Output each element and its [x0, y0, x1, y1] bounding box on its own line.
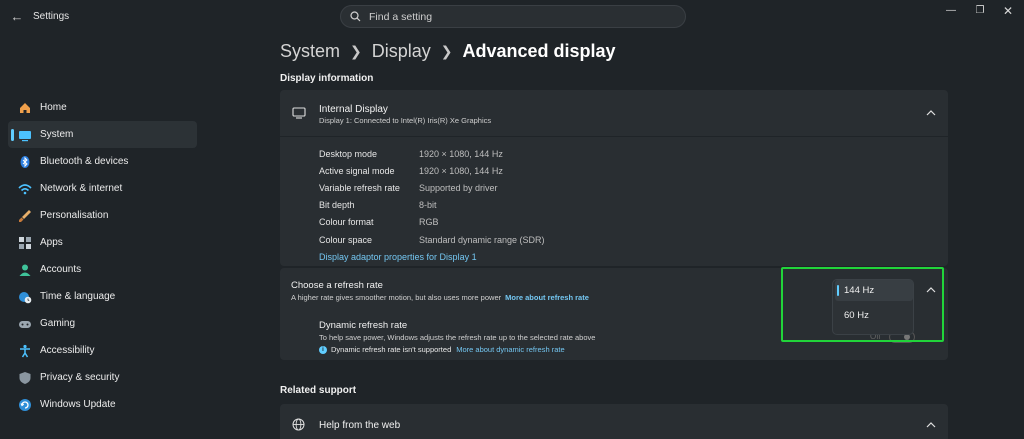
info-value: RGB [419, 217, 439, 228]
monitor-icon [292, 107, 306, 119]
update-icon [18, 398, 32, 412]
sidebar-item-label: Bluetooth & devices [40, 156, 129, 167]
chevron-right-icon: ❯ [350, 42, 362, 59]
back-arrow-icon[interactable]: ← [8, 8, 26, 26]
title-bar: ← Settings — ❐ ✕ [0, 0, 1024, 34]
dynamic-refresh-subtitle: To help save power, Windows adjusts the … [319, 333, 596, 342]
gamepad-icon [18, 317, 32, 331]
dynamic-refresh-note: i Dynamic refresh rate isn't supported M… [319, 345, 565, 354]
divider [280, 136, 948, 137]
sidebar-item-personalisation[interactable]: Personalisation [8, 202, 197, 229]
minimize-icon[interactable]: — [941, 4, 961, 18]
highlight-box [781, 267, 944, 342]
home-icon [18, 101, 32, 115]
accessibility-icon [18, 344, 32, 358]
sidebar-item-label: System [40, 129, 74, 140]
globe-clock-icon [18, 290, 32, 304]
close-icon[interactable]: ✕ [998, 4, 1018, 18]
globe-icon [292, 418, 305, 431]
display-name: Internal Display [319, 104, 388, 115]
info-row: Active signal mode 1920 × 1080, 144 Hz [319, 162, 545, 179]
system-icon [18, 128, 32, 142]
sidebar-item-label: Accounts [40, 264, 82, 275]
info-key: Active signal mode [319, 165, 395, 176]
info-key: Bit depth [319, 200, 355, 211]
sidebar-item-time-language[interactable]: Time & language [8, 283, 197, 310]
sidebar-item-label: Home [40, 102, 67, 113]
info-value: Standard dynamic range (SDR) [419, 234, 545, 245]
sidebar-item-bluetooth[interactable]: Bluetooth & devices [8, 148, 197, 175]
sidebar-item-label: Privacy & security [40, 372, 120, 383]
info-row: Colour format RGB [319, 214, 545, 231]
sidebar-item-apps[interactable]: Apps [8, 229, 197, 256]
info-row: Variable refresh rate Supported by drive… [319, 179, 545, 196]
info-icon: i [319, 345, 327, 354]
search-box[interactable] [340, 5, 686, 28]
breadcrumb-display[interactable]: Display [372, 41, 431, 62]
dynamic-refresh-note-text: Dynamic refresh rate isn't supported [331, 345, 452, 354]
sidebar-item-gaming[interactable]: Gaming [8, 310, 197, 337]
display-info-card: Internal Display Display 1: Connected to… [280, 90, 948, 266]
more-about-dynamic-refresh-link[interactable]: More about dynamic refresh rate [456, 345, 564, 354]
sidebar-item-label: Time & language [40, 291, 116, 302]
info-value: 8-bit [419, 200, 437, 211]
info-key: Colour format [319, 217, 374, 228]
app-title: Settings [33, 11, 70, 22]
info-value: 1920 × 1080, 144 Hz [419, 165, 503, 176]
page-title: Advanced display [462, 40, 616, 61]
info-row: Bit depth 8-bit [319, 197, 545, 214]
sidebar-item-label: Gaming [40, 318, 76, 329]
breadcrumb-system[interactable]: System [280, 41, 340, 62]
sidebar-item-system[interactable]: System [8, 121, 197, 148]
breadcrumb: System ❯ Display ❯ Advanced display [280, 38, 616, 64]
refresh-rate-title: Choose a refresh rate [291, 280, 383, 291]
maximize-icon[interactable]: ❐ [970, 4, 990, 18]
dynamic-refresh-title: Dynamic refresh rate [319, 320, 408, 331]
info-value: Supported by driver [419, 182, 498, 193]
info-value: 1920 × 1080, 144 Hz [419, 148, 503, 159]
sidebar-item-label: Personalisation [40, 210, 109, 221]
sidebar-item-network[interactable]: Network & internet [8, 175, 197, 202]
chevron-right-icon: ❯ [440, 42, 453, 59]
sidebar-item-label: Network & internet [40, 183, 123, 194]
sidebar-item-label: Apps [40, 237, 63, 248]
info-row: Desktop mode 1920 × 1080, 144 Hz [319, 145, 545, 162]
bluetooth-icon [18, 155, 32, 169]
account-icon [18, 263, 32, 277]
search-icon [350, 11, 361, 22]
display-info-header[interactable]: Internal Display Display 1: Connected to… [280, 90, 948, 136]
display-adaptor-properties-link[interactable]: Display adaptor properties for Display 1 [319, 252, 477, 262]
help-from-web-title: Help from the web [319, 420, 401, 431]
display-info-table: Desktop mode 1920 × 1080, 144 Hz Active … [319, 145, 545, 265]
section-title-related-support: Related support [280, 385, 357, 396]
info-row: Colour space Standard dynamic range (SDR… [319, 231, 545, 248]
refresh-rate-subtitle: A higher rate gives smoother motion, but… [291, 293, 502, 302]
chevron-up-icon[interactable] [926, 110, 936, 116]
sidebar-item-windows-update[interactable]: Windows Update [8, 391, 197, 418]
apps-icon [18, 236, 32, 250]
sidebar-nav: Home System Bluetooth & devices Network … [0, 94, 205, 418]
display-connection: Display 1: Connected to Intel(R) Iris(R)… [319, 116, 492, 125]
shield-icon [18, 371, 32, 385]
wifi-icon [18, 182, 32, 196]
brush-icon [18, 209, 32, 223]
sidebar-item-accessibility[interactable]: Accessibility [8, 337, 197, 364]
info-key: Colour space [319, 234, 373, 245]
chevron-up-icon[interactable] [926, 422, 936, 428]
sidebar-item-privacy[interactable]: Privacy & security [8, 364, 197, 391]
info-key: Variable refresh rate [319, 182, 400, 193]
info-key: Desktop mode [319, 148, 378, 159]
search-input[interactable] [369, 9, 669, 25]
refresh-rate-description: A higher rate gives smoother motion, but… [291, 293, 589, 302]
help-from-web-card[interactable]: Help from the web [280, 404, 948, 439]
section-title-display-info: Display information [280, 73, 374, 84]
sidebar-item-accounts[interactable]: Accounts [8, 256, 197, 283]
more-about-refresh-rate-link[interactable]: More about refresh rate [505, 293, 589, 302]
sidebar-item-label: Windows Update [40, 399, 116, 410]
sidebar-item-home[interactable]: Home [8, 94, 197, 121]
info-row: Display adaptor properties for Display 1 [319, 248, 545, 265]
sidebar-item-label: Accessibility [40, 345, 95, 356]
